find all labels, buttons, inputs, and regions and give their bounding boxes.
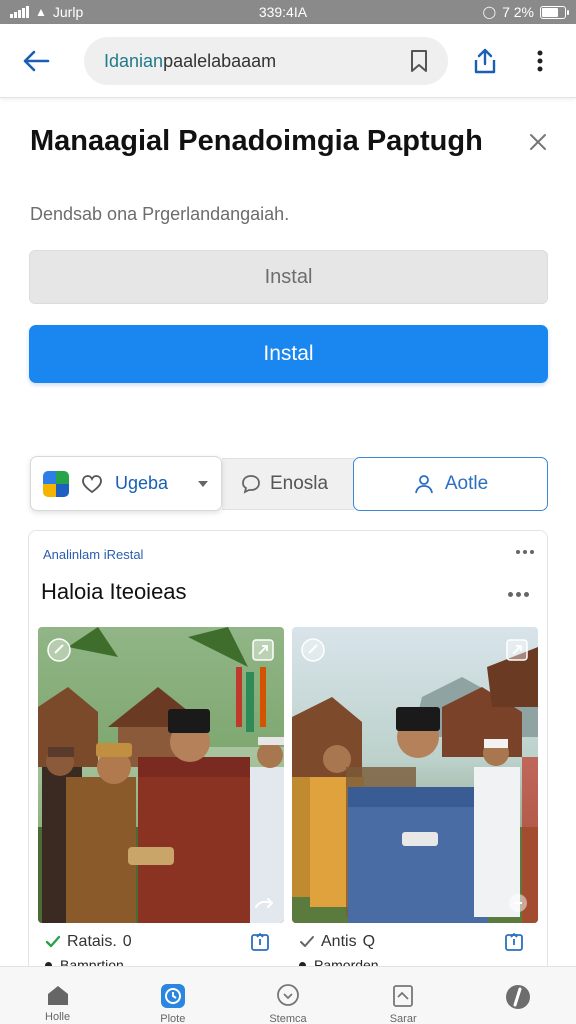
nav-label: Stemca xyxy=(269,1013,307,1024)
nav-item-notes[interactable]: Sarar xyxy=(365,983,441,1024)
nav-item-compass[interactable] xyxy=(480,983,556,1015)
left-meta-count: 0 xyxy=(122,933,132,950)
prompt-title: Manaagial Penadoimgia Paptugh xyxy=(30,125,483,157)
carrier-label: Jurlp xyxy=(52,4,84,20)
segment-middle[interactable]: Enosla xyxy=(222,458,354,510)
share-small-icon[interactable] xyxy=(252,891,276,915)
save-icon[interactable] xyxy=(249,931,271,953)
left-meta-label: Ratais. xyxy=(67,933,117,950)
signal-icon xyxy=(10,6,29,18)
photo-overlay-icon[interactable] xyxy=(300,637,326,663)
save-icon[interactable] xyxy=(503,931,525,953)
chat-bubble-icon xyxy=(242,475,260,494)
url-path: paalelabaaam xyxy=(163,50,277,71)
status-right: ◯ 7 2% xyxy=(482,4,569,20)
card-more-button[interactable] xyxy=(513,541,537,563)
alarm-icon: ◯ xyxy=(482,5,497,19)
expand-icon[interactable] xyxy=(250,637,276,663)
feed-title: Haloia Iteoieas xyxy=(41,579,187,604)
app-logo-icon xyxy=(43,470,69,497)
install-secondary-button[interactable]: Instal xyxy=(29,250,548,304)
url-domain: Idanian xyxy=(104,50,164,71)
feed-tag[interactable]: Analinlam iRestal xyxy=(43,547,143,562)
close-button[interactable] xyxy=(522,126,554,158)
more-horizontal-icon xyxy=(507,591,529,597)
nav-label: Holle xyxy=(45,1011,71,1023)
post-more-button[interactable] xyxy=(503,581,533,607)
url-text: Idanianpaalelabaaam xyxy=(104,51,408,72)
compass-icon xyxy=(506,985,531,1009)
nav-item-photo[interactable]: Plote xyxy=(135,983,211,1024)
status-left: ▲ Jurlp xyxy=(10,4,83,20)
heart-icon xyxy=(82,474,102,493)
battery-fill xyxy=(542,7,558,17)
photo-left[interactable] xyxy=(38,627,284,923)
feed-card: Analinlam iRestal Haloia Iteoieas Ratais… xyxy=(28,530,548,990)
photo-right[interactable] xyxy=(292,627,538,923)
nav-label: Sarar xyxy=(389,1013,417,1024)
back-arrow-icon xyxy=(23,50,50,72)
check-outline-icon xyxy=(300,936,314,947)
right-meta: Antis Q xyxy=(299,931,375,953)
photo-right-image xyxy=(292,627,538,923)
bottom-nav: Holle Plote Stemca Sarar xyxy=(0,966,576,1024)
share-icon xyxy=(474,48,496,74)
share-small-icon[interactable] xyxy=(506,891,530,915)
status-bar: ▲ Jurlp 339:4IA ◯ 7 2% xyxy=(0,0,576,24)
left-meta: Ratais. 0 xyxy=(45,931,132,953)
segment-middle-label: Enosla xyxy=(270,473,329,494)
prompt-subtitle: Dendsab ona Prgerlandangaiah. xyxy=(30,204,290,224)
segment-right-label: Aotle xyxy=(444,473,489,494)
close-icon xyxy=(530,134,546,150)
home-icon xyxy=(47,986,68,1005)
battery-icon xyxy=(540,5,569,19)
nav-item-home[interactable]: Holle xyxy=(20,983,96,1023)
chevron-down-icon xyxy=(198,480,208,487)
person-icon xyxy=(414,475,433,494)
share-button[interactable] xyxy=(468,44,502,78)
photo-overlay-icon[interactable] xyxy=(46,637,72,663)
note-icon xyxy=(393,985,414,1007)
battery-percent: 7 2% xyxy=(502,4,534,20)
wifi-icon: ▲ xyxy=(35,5,47,19)
install-primary-button[interactable]: Instal xyxy=(29,325,548,383)
right-meta-label: Antis xyxy=(321,933,357,950)
more-horizontal-icon xyxy=(516,550,534,554)
overflow-menu-button[interactable] xyxy=(526,44,554,78)
right-meta-count: Q xyxy=(362,933,376,950)
chat-icon xyxy=(277,984,299,1006)
nav-item-chat[interactable]: Stemca xyxy=(250,983,326,1024)
language-label: Ugeba xyxy=(115,473,169,493)
browser-toolbar: Idanianpaalelabaaam xyxy=(0,24,576,98)
bookmark-icon[interactable] xyxy=(408,48,430,74)
photo-left-image xyxy=(38,627,284,923)
check-icon xyxy=(45,935,61,948)
nav-label: Plote xyxy=(160,1013,186,1024)
clock-icon xyxy=(160,984,185,1008)
language-selector[interactable]: Ugeba xyxy=(30,456,222,511)
url-bar[interactable]: Idanianpaalelabaaam xyxy=(84,37,448,85)
back-button[interactable] xyxy=(18,44,54,78)
segment-right-button[interactable]: Aotle xyxy=(353,457,548,511)
status-time: 339:4IA xyxy=(258,4,308,20)
expand-icon[interactable] xyxy=(504,637,530,663)
more-vertical-icon xyxy=(537,50,543,72)
